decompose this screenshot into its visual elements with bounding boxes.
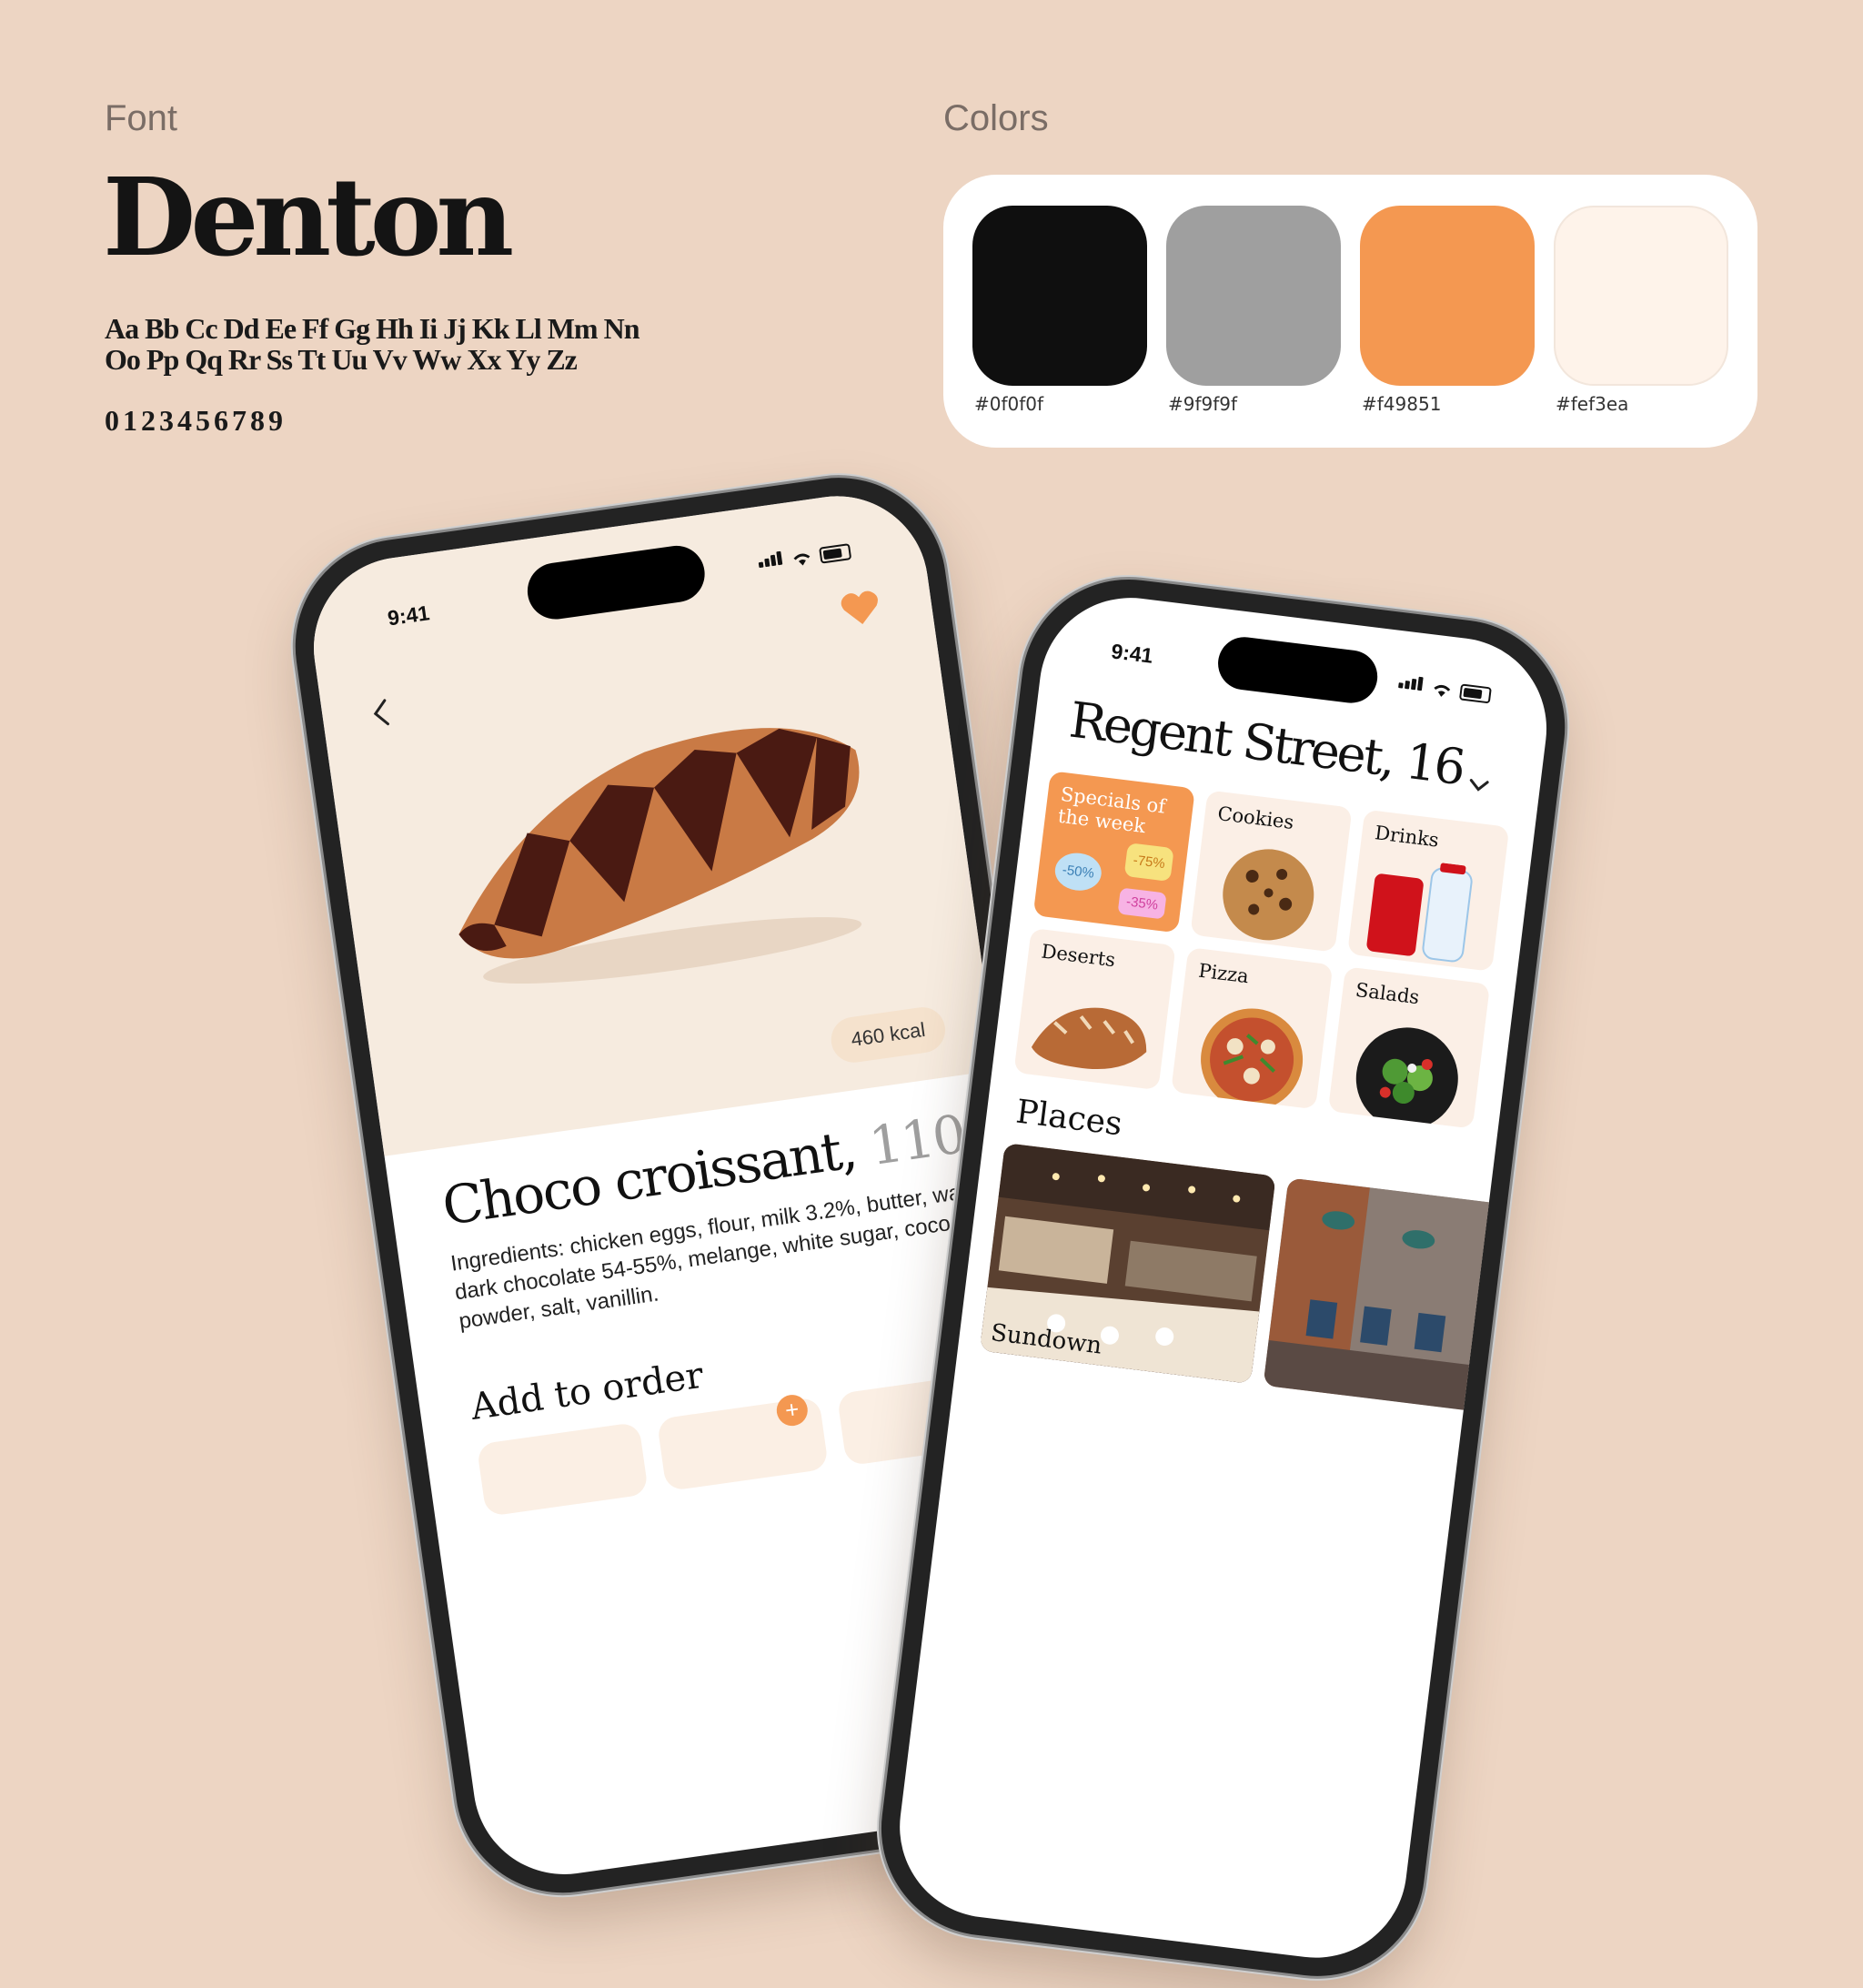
plus-icon[interactable]: + <box>774 1392 810 1428</box>
swatch-cream-label: #fef3ea <box>1556 393 1629 415</box>
color-palette-card: #0f0f0f #9f9f9f #f49851 #fef3ea <box>943 175 1757 448</box>
place-card[interactable] <box>1263 1177 1506 1412</box>
category-specials[interactable]: Specials of the week -50% -75% -35% <box>1032 771 1195 933</box>
salad-image <box>1355 1027 1458 1129</box>
signal-icon <box>1397 674 1425 695</box>
wifi-icon <box>1434 684 1451 697</box>
category-label: Pizza <box>1197 959 1251 988</box>
alphabet-line-1: Aa Bb Cc Dd Ee Ff Gg Hh Ii Jj Kk Ll Mm N… <box>105 312 639 345</box>
category-pizza[interactable]: Pizza <box>1171 947 1334 1110</box>
swatch-cream <box>1554 206 1728 386</box>
font-name: Denton <box>103 154 514 280</box>
discount-badge: -75% <box>1123 843 1174 883</box>
cookie-image <box>1223 849 1314 941</box>
wifi-icon <box>793 553 811 566</box>
category-cookies[interactable]: Cookies <box>1190 790 1353 953</box>
category-label: Deserts <box>1040 940 1117 972</box>
swatch-black <box>972 206 1147 386</box>
signal-icon <box>757 550 785 572</box>
status-time: 9:41 <box>1110 639 1154 668</box>
croissant-image <box>458 728 862 984</box>
category-label: Salads <box>1354 978 1421 1009</box>
pizza-image <box>1201 1008 1304 1110</box>
category-label: Drinks <box>1374 822 1441 852</box>
alphabet-line-2: Oo Pp Qq Rr Ss Tt Uu Vv Ww Xx Yy Zz <box>105 343 578 376</box>
add-on-card[interactable]: + <box>656 1392 830 1492</box>
dessert-image <box>1031 1007 1147 1069</box>
swatch-orange <box>1360 206 1535 386</box>
add-on-card[interactable] <box>476 1421 650 1518</box>
dynamic-island <box>1214 633 1381 706</box>
places-heading: Places <box>1013 1093 1124 1144</box>
swatch-orange-label: #f49851 <box>1362 393 1442 415</box>
kcal-badge: 460 kcal <box>828 1004 949 1065</box>
status-icons <box>1397 674 1492 704</box>
category-drinks[interactable]: Drinks <box>1347 809 1510 972</box>
category-deserts[interactable]: Deserts <box>1013 927 1176 1091</box>
discount-badge: -50% <box>1052 850 1104 893</box>
chevron-down-icon[interactable] <box>1466 776 1492 795</box>
font-digits: 0123456789 <box>105 404 287 437</box>
back-chevron-icon[interactable] <box>368 696 395 730</box>
swatch-gray-label: #9f9f9f <box>1168 393 1238 415</box>
font-alphabet: Aa Bb Cc Dd Ee Ff Gg Hh Ii Jj Kk Ll Mm N… <box>105 313 687 375</box>
swatch-black-label: #0f0f0f <box>974 393 1044 415</box>
menu-screen: 9:41 Regent Street, 16 Specials of the w… <box>889 587 1557 1969</box>
cafe-photo <box>1263 1177 1506 1412</box>
battery-icon <box>1458 683 1492 704</box>
swatch-gray <box>1166 206 1341 386</box>
category-label: Cookies <box>1216 802 1295 834</box>
phone-menu: 9:41 Regent Street, 16 Specials of the w… <box>869 567 1577 1988</box>
category-label: Specials of the week <box>1056 782 1167 838</box>
font-section-label: Font <box>105 98 178 138</box>
category-salads[interactable]: Salads <box>1327 966 1491 1129</box>
place-card[interactable]: Sundown <box>979 1143 1276 1384</box>
discount-badge: -35% <box>1117 887 1167 920</box>
heart-icon[interactable] <box>838 587 882 629</box>
colors-section-label: Colors <box>943 98 1049 138</box>
drinks-image <box>1366 863 1473 963</box>
